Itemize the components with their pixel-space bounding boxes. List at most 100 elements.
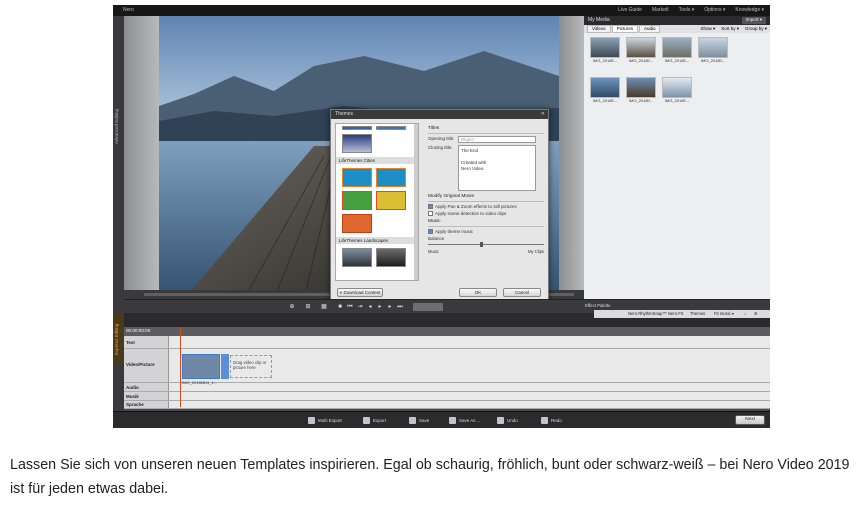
rewind-icon[interactable]: ◂ [366,303,374,311]
theme-list-scrollbar[interactable] [414,124,418,280]
download-icon: ● [339,290,343,295]
grid-icon[interactable]: ▦ [320,303,328,311]
theme-options: Titles Opening title: Dbject Closing tit… [428,123,544,281]
play-icon[interactable]: ▸ [376,303,384,311]
end-icon[interactable]: ⏭ [396,303,404,311]
rhythmsnap-button[interactable]: Nero RhythmSnap™ [628,310,667,318]
track-music[interactable]: Musik [124,392,770,401]
menu-live-guide[interactable]: Live Guide [618,5,642,16]
media-item[interactable]: IMG_20180... [590,77,620,103]
opening-title-label: Opening title: [428,136,455,141]
music-section-label: Music [428,219,441,224]
show-menu[interactable]: Show ▾ [700,25,715,33]
video-clip[interactable] [182,354,220,379]
media-thumbnail [590,77,620,98]
theme-thumb[interactable] [342,126,372,130]
divider [428,201,544,202]
theme-list[interactable]: LifeThemes Cities LifeThemes Landscapes [335,123,419,281]
modify-section-label: Modify Original Movie [428,194,475,199]
download-content-button[interactable]: ● Download Content [337,288,383,297]
media-item[interactable]: IMG_20180... [662,77,692,103]
track-label: Sprache [126,402,144,407]
caption-text: Lassen Sie sich von unseren neuen Templa… [10,457,850,497]
app-title: Nero [123,7,134,13]
theme-thumb[interactable] [342,248,372,267]
cancel-button[interactable]: Cancel [503,288,541,297]
theme-thumb[interactable] [376,248,406,267]
balance-label: Balance [428,236,445,241]
balance-right-label: My Clips [527,249,544,254]
track-text[interactable]: Text [124,336,770,349]
track-voice[interactable]: Sprache [124,401,770,409]
media-item[interactable]: IMG_20180... [698,37,728,63]
save-as-button[interactable]: Save As ... [449,416,481,425]
export-icon [363,417,370,424]
tab-videos[interactable]: Videos [587,25,611,33]
menu-market[interactable]: MarketI [652,5,669,16]
tab-audio[interactable]: Audio [638,25,661,33]
timeline: 00:00:00:00 Text Video/Picture Audio Mus… [124,327,770,411]
drop-zone[interactable]: Drag video clip or picture here [230,355,272,378]
media-item[interactable]: IMG_20180... [626,37,656,63]
balance-slider[interactable] [428,242,544,248]
multi-export-button[interactable]: Multi Export [308,416,342,425]
theme-thumb[interactable] [342,134,372,153]
theme-thumb[interactable] [376,126,406,130]
export-button[interactable]: Export [363,416,386,425]
media-thumbnail [662,77,692,98]
theme-music-checkbox[interactable] [428,229,433,234]
media-item[interactable]: IMG_20180... [626,77,656,103]
track-audio[interactable]: Audio [124,383,770,392]
theme-thumb[interactable] [342,191,372,210]
save-as-icon [449,417,456,424]
save-button[interactable]: Save [409,416,429,425]
media-item-label: IMG_20180... [628,58,654,63]
ok-button[interactable]: OK [459,288,497,297]
theme-thumb[interactable] [342,214,372,233]
next-button[interactable]: Next [735,415,765,425]
menu-options[interactable]: Options ▾ [704,5,725,16]
time-ruler[interactable]: 00:00:00:00 [124,327,770,336]
undo-button[interactable]: Undo [497,416,518,425]
theme-thumb[interactable] [342,168,372,187]
redo-button[interactable]: Redo [541,416,562,425]
theme-thumb[interactable] [376,168,406,187]
import-button[interactable]: Import ▾ [741,17,766,24]
tab-express-editing[interactable]: Express Editing [114,314,123,364]
media-item-label: IMG_20180... [592,98,618,103]
pan-zoom-checkbox[interactable] [428,204,433,209]
zoom-icon[interactable]: ⊕ [288,303,296,311]
effect-palette-label: Effect Palette [585,303,611,308]
snapshot-icon[interactable]: ■ [336,303,344,311]
start-icon[interactable]: ⏮ [346,303,354,311]
opening-title-input[interactable]: Dbject [458,136,536,143]
scene-detection-checkbox[interactable] [428,211,433,216]
tab-advanced-editing[interactable]: Advanced Editing [114,96,123,156]
volume-icon[interactable]: ♪ [744,310,746,318]
media-item-label: IMG_20180... [664,58,690,63]
fit-music-button[interactable]: Fit music ▾ [714,310,734,318]
dialog-title: Themes [335,111,354,117]
slider-handle[interactable] [480,242,484,247]
media-item[interactable]: IMG_20180... [590,37,620,63]
closing-title-input[interactable]: The End Created with Nero Video [458,145,536,191]
tab-pictures[interactable]: Pictures [611,25,638,33]
menu-tools[interactable]: Tools ▾ [679,5,695,16]
sort-menu[interactable]: Sort by ▾ [721,25,739,33]
bottom-toolbar: Multi Export Export Save Save As ... Und… [113,411,770,428]
themes-button[interactable]: Themes [690,310,705,318]
aspect-icon[interactable]: ⊞ [304,303,312,311]
close-icon[interactable]: ✕ [541,110,545,119]
menu-knowledge[interactable]: Knowledge ▾ [735,5,764,16]
media-item-label: IMG_20180... [628,98,654,103]
split-icon[interactable]: ⇥ [356,303,364,311]
theme-thumb[interactable] [376,191,406,210]
transition-block[interactable] [221,354,229,379]
media-item[interactable]: IMG_20180... [662,37,692,63]
group-menu[interactable]: Group by ▾ [745,25,767,33]
media-header: My Media Import ▾ [584,16,770,25]
forward-icon[interactable]: ▸ [386,303,394,311]
playhead[interactable] [180,327,181,407]
nero-fx-button[interactable]: Nero FX [668,310,684,318]
settings-icon[interactable]: ⚙ [754,310,758,318]
